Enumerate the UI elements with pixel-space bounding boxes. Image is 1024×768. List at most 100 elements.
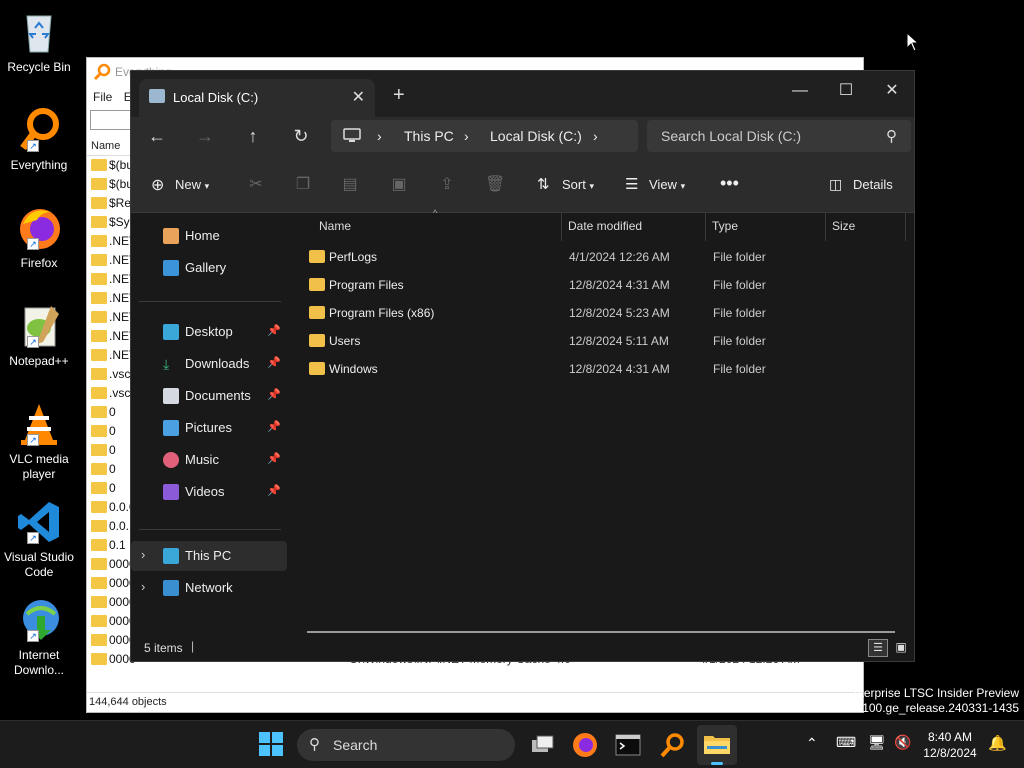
column-divider[interactable] bbox=[905, 213, 906, 241]
active-indicator bbox=[711, 762, 723, 765]
more-options-icon[interactable]: ••• bbox=[720, 173, 739, 194]
close-button[interactable]: ✕ bbox=[869, 77, 915, 105]
file-name: Program Files bbox=[329, 278, 404, 292]
pin-icon: 📌 bbox=[267, 357, 281, 369]
folder-icon bbox=[91, 235, 107, 247]
column-header-name[interactable]: Name bbox=[319, 219, 351, 233]
file-row[interactable]: Program Files (x86) 12/8/2024 5:23 AM File… bbox=[289, 299, 914, 327]
large-icons-view-icon[interactable]: ▣ bbox=[891, 639, 911, 657]
tab-close-icon[interactable]: ✕ bbox=[352, 87, 365, 107]
share-icon[interactable]: ⇪ bbox=[437, 175, 457, 195]
column-header-type[interactable]: Type bbox=[712, 219, 738, 233]
new-button[interactable]: New ▾ bbox=[175, 177, 209, 192]
file-date-modified: 4/1/2024 12:26 AM bbox=[569, 250, 670, 264]
view-button[interactable]: View ▾ bbox=[649, 177, 685, 192]
folder-icon bbox=[91, 634, 107, 646]
sidebar-item-this-pc[interactable]: › This PC bbox=[131, 541, 287, 571]
internet-download-manager-icon: ↗ bbox=[15, 596, 63, 644]
file-type: File folder bbox=[713, 278, 766, 292]
column-divider[interactable] bbox=[825, 213, 826, 241]
sidebar-item-downloads[interactable]: ⤓ Downloads 📌 bbox=[131, 349, 287, 379]
desktop-icon-internet-download-manager[interactable]: ↗ Internet Downlo... bbox=[2, 596, 76, 678]
horizontal-scrollbar[interactable] bbox=[307, 631, 895, 633]
minimize-button[interactable]: — bbox=[777, 77, 823, 105]
file-list-pane[interactable]: Name ^ Date modified Type Size PerfLogs 4… bbox=[289, 208, 914, 637]
network-status-icon[interactable]: 🖥 bbox=[868, 734, 886, 751]
back-button[interactable]: ← bbox=[143, 122, 171, 150]
up-button[interactable]: ↑ bbox=[239, 122, 267, 150]
column-divider[interactable] bbox=[561, 213, 562, 241]
desktop-icon-vlc[interactable]: ↗ VLC media player bbox=[2, 400, 76, 482]
sidebar-item-gallery[interactable]: Gallery bbox=[131, 253, 287, 283]
folder-icon bbox=[91, 558, 107, 570]
keyboard-icon[interactable]: ⌨ bbox=[836, 734, 856, 751]
desktop-icon-firefox[interactable]: ↗ Firefox bbox=[2, 204, 76, 271]
taskbar-search-box[interactable]: ⚲ Search bbox=[297, 729, 515, 761]
sidebar-item-documents[interactable]: Documents 📌 bbox=[131, 381, 287, 411]
desktop-icon-recycle-bin[interactable]: Recycle Bin bbox=[2, 8, 76, 75]
file-row[interactable]: Windows 12/8/2024 4:31 AM File folder bbox=[289, 355, 914, 383]
breadcrumb-expand-icon[interactable]: › bbox=[593, 128, 598, 144]
details-view-icon[interactable]: ☰ bbox=[868, 639, 888, 657]
new-tab-button[interactable]: + bbox=[393, 84, 405, 107]
taskbar-terminal-icon[interactable] bbox=[614, 731, 642, 759]
sidebar-item-desktop[interactable]: Desktop 📌 bbox=[131, 317, 287, 347]
desktop-icon-label: Recycle Bin bbox=[7, 60, 71, 74]
chevron-right-icon[interactable]: › bbox=[141, 547, 145, 562]
taskbar-everything-icon[interactable] bbox=[658, 731, 686, 759]
result-name: 0 bbox=[109, 424, 116, 438]
desktop-icon-everything[interactable]: ↗ Everything bbox=[2, 106, 76, 173]
start-button[interactable] bbox=[258, 731, 286, 759]
sort-button[interactable]: Sort ▾ bbox=[562, 177, 594, 192]
menu-file[interactable]: File bbox=[93, 90, 112, 104]
file-row[interactable]: Users 12/8/2024 5:11 AM File folder bbox=[289, 327, 914, 355]
paste-icon[interactable]: ▤ bbox=[340, 175, 360, 195]
forward-button[interactable]: → bbox=[191, 122, 219, 150]
column-header-size[interactable]: Size bbox=[832, 219, 855, 233]
notepad-plus-plus-icon: ↗ bbox=[15, 302, 63, 350]
folder-icon bbox=[91, 197, 107, 209]
sidebar-item-pictures[interactable]: Pictures 📌 bbox=[131, 413, 287, 443]
desktop-icon-notepad-plus-plus[interactable]: ↗ Notepad++ bbox=[2, 302, 76, 369]
music-icon bbox=[163, 452, 179, 468]
explorer-tab-bar[interactable]: Local Disk (C:) ✕ + — ☐ ✕ bbox=[131, 71, 914, 117]
column-divider[interactable] bbox=[705, 213, 706, 241]
clock[interactable]: 8:40 AM 12/8/2024 bbox=[920, 729, 980, 761]
sidebar-item-home[interactable]: Home bbox=[131, 221, 287, 251]
address-bar[interactable]: › This PC › Local Disk (C:) › bbox=[331, 120, 638, 152]
file-row[interactable]: Program Files 12/8/2024 4:31 AM File folde… bbox=[289, 271, 914, 299]
copy-icon[interactable]: ❐ bbox=[293, 175, 313, 195]
delete-icon[interactable]: 🗑 bbox=[485, 175, 505, 195]
sidebar-item-videos[interactable]: Videos 📌 bbox=[131, 477, 287, 507]
taskbar-firefox-icon[interactable] bbox=[571, 731, 599, 759]
task-view-icon[interactable] bbox=[528, 731, 556, 759]
file-row[interactable]: PerfLogs 4/1/2024 12:26 AM File folder bbox=[289, 243, 914, 271]
sidebar-label: Music bbox=[185, 452, 219, 467]
downloads-icon: ⤓ bbox=[163, 356, 170, 372]
cut-icon[interactable]: ✂ bbox=[246, 175, 266, 195]
rename-icon[interactable]: ▣ bbox=[389, 175, 409, 195]
refresh-button[interactable]: ↻ bbox=[287, 122, 315, 150]
sidebar-item-music[interactable]: Music 📌 bbox=[131, 445, 287, 475]
breadcrumb-this-pc[interactable]: This PC bbox=[404, 128, 454, 144]
explorer-search-box[interactable]: Search Local Disk (C:) ⚲ bbox=[647, 120, 911, 152]
sidebar-item-network[interactable]: › Network bbox=[131, 573, 287, 603]
notifications-bell-icon[interactable]: 🔔 bbox=[988, 734, 1007, 752]
folder-icon bbox=[91, 539, 107, 551]
column-header-date[interactable]: Date modified bbox=[568, 219, 642, 233]
maximize-button[interactable]: ☐ bbox=[823, 77, 869, 105]
pin-icon: 📌 bbox=[267, 453, 281, 465]
file-explorer-window[interactable]: Local Disk (C:) ✕ + — ☐ ✕ ← → ↑ ↻ › This… bbox=[130, 70, 915, 662]
folder-icon bbox=[91, 292, 107, 304]
breadcrumb-local-disk[interactable]: Local Disk (C:) bbox=[490, 128, 582, 144]
everything-object-count: 144,644 objects bbox=[89, 696, 167, 708]
volume-muted-icon[interactable]: 🔇 bbox=[894, 734, 911, 751]
explorer-tab[interactable]: Local Disk (C:) ✕ bbox=[139, 79, 375, 117]
details-button[interactable]: Details bbox=[853, 177, 893, 192]
show-hidden-icons-chevron-icon[interactable]: ⌃ bbox=[806, 735, 818, 752]
taskbar-file-explorer-button[interactable] bbox=[697, 725, 737, 765]
desktop-icon-vscode[interactable]: ↗ Visual Studio Code bbox=[2, 498, 76, 580]
sidebar-label: Network bbox=[185, 580, 233, 595]
details-label: Details bbox=[853, 177, 893, 192]
chevron-right-icon[interactable]: › bbox=[141, 579, 145, 594]
